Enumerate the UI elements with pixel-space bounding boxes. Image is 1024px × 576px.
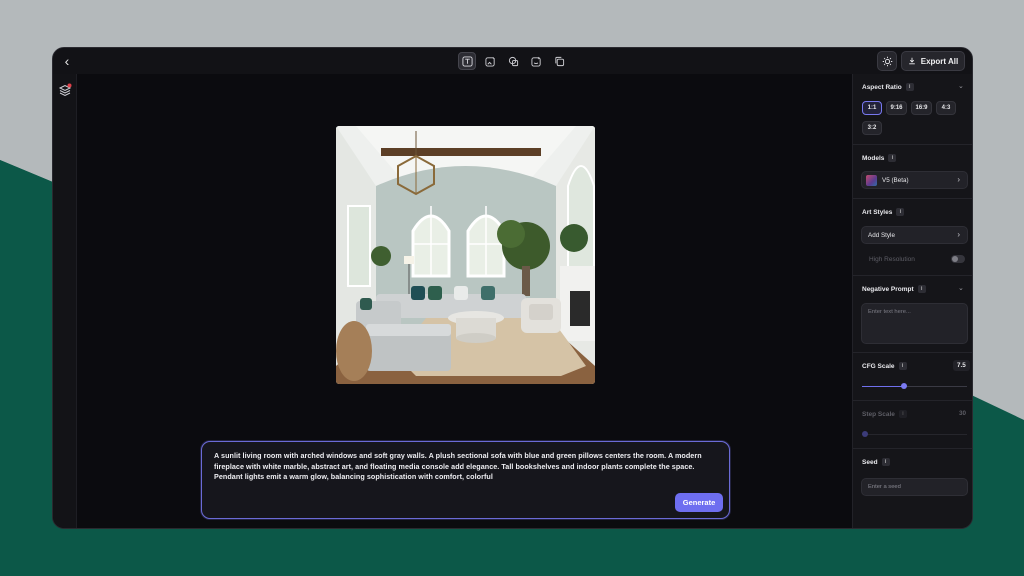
negative-prompt-section: Negative Prompt i bbox=[862, 285, 926, 293]
chevron-left-icon[interactable]: ‹ bbox=[59, 53, 75, 69]
model-select[interactable]: V5 (Beta) › bbox=[861, 171, 968, 189]
generated-image[interactable] bbox=[336, 126, 595, 384]
generate-button[interactable]: Generate bbox=[675, 493, 723, 512]
step-scale-slider[interactable] bbox=[862, 431, 967, 437]
info-icon[interactable]: i bbox=[898, 362, 907, 370]
divider bbox=[853, 198, 972, 199]
add-style-button[interactable]: Add Style › bbox=[861, 226, 968, 244]
shapes-icon[interactable] bbox=[504, 52, 522, 70]
export-all-button[interactable]: Export All bbox=[901, 51, 965, 71]
slider-thumb[interactable] bbox=[862, 431, 868, 437]
info-icon[interactable]: i bbox=[898, 410, 907, 418]
text-tool-icon[interactable] bbox=[458, 52, 476, 70]
export-all-label: Export All bbox=[920, 56, 959, 66]
ratio-4-3[interactable]: 4:3 bbox=[936, 101, 956, 115]
negative-prompt-input[interactable]: Enter text here... bbox=[861, 303, 968, 344]
ratio-9-16[interactable]: 9:16 bbox=[886, 101, 907, 115]
chevron-right-icon: › bbox=[957, 230, 960, 239]
download-icon bbox=[908, 57, 915, 65]
cfg-scale-title: CFG Scale bbox=[862, 362, 895, 370]
chevron-down-icon[interactable]: ⌄ bbox=[958, 284, 964, 292]
app-window: ‹ Export All A sunlit living room with a… bbox=[52, 47, 973, 529]
seed-section: Seed i bbox=[862, 458, 890, 466]
models-section: Models i bbox=[862, 154, 897, 162]
info-icon[interactable]: i bbox=[896, 208, 905, 216]
seed-input[interactable]: Enter a seed bbox=[861, 478, 968, 496]
image-edit-icon[interactable] bbox=[481, 52, 499, 70]
prompt-text[interactable]: A sunlit living room with arched windows… bbox=[214, 451, 720, 483]
seed-title: Seed bbox=[862, 458, 878, 466]
ratio-1-1[interactable]: 1:1 bbox=[862, 101, 882, 115]
tool-group bbox=[458, 52, 568, 70]
copy-icon[interactable] bbox=[550, 52, 568, 70]
cfg-scale-value: 7.5 bbox=[953, 360, 970, 371]
chevron-down-icon[interactable]: ⌄ bbox=[958, 82, 964, 90]
info-icon[interactable]: i bbox=[905, 83, 914, 91]
step-scale-value: 30 bbox=[959, 410, 967, 417]
sticker-icon[interactable] bbox=[527, 52, 545, 70]
aspect-ratio-section: Aspect Ratio i bbox=[862, 83, 914, 91]
settings-sidebar: Aspect Ratio i ⌄ 1:1 9:16 16:9 4:3 3:2 M… bbox=[852, 74, 972, 528]
art-styles-section: Art Styles i bbox=[862, 208, 905, 216]
cfg-scale-section: CFG Scale i bbox=[862, 362, 907, 370]
prompt-box[interactable]: A sunlit living room with arched windows… bbox=[201, 441, 730, 519]
aspect-ratio-title: Aspect Ratio bbox=[862, 83, 902, 91]
model-name: V5 (Beta) bbox=[882, 176, 909, 184]
top-toolbar: ‹ Export All bbox=[53, 48, 972, 74]
info-icon[interactable]: i bbox=[917, 285, 926, 293]
brightness-icon[interactable] bbox=[877, 51, 897, 71]
layers-icon[interactable] bbox=[58, 83, 72, 97]
left-rail bbox=[53, 74, 77, 528]
model-thumbnail bbox=[866, 174, 877, 186]
step-scale-section: Step Scale i bbox=[862, 410, 907, 418]
canvas-area: A sunlit living room with arched windows… bbox=[77, 74, 852, 528]
negative-prompt-title: Negative Prompt bbox=[862, 285, 914, 293]
slider-fill bbox=[862, 386, 904, 387]
divider bbox=[853, 352, 972, 353]
ratio-3-2[interactable]: 3:2 bbox=[862, 121, 882, 135]
high-resolution-label: High Resolution bbox=[869, 256, 915, 263]
info-icon[interactable]: i bbox=[881, 458, 890, 466]
cfg-scale-slider[interactable] bbox=[862, 383, 967, 389]
divider bbox=[853, 144, 972, 145]
ratio-16-9[interactable]: 16:9 bbox=[911, 101, 932, 115]
divider bbox=[853, 448, 972, 449]
info-icon[interactable]: i bbox=[888, 154, 897, 162]
high-resolution-toggle[interactable] bbox=[951, 255, 965, 263]
chevron-right-icon: › bbox=[957, 175, 960, 184]
step-scale-title: Step Scale bbox=[862, 410, 895, 418]
divider bbox=[853, 400, 972, 401]
art-styles-title: Art Styles bbox=[862, 208, 893, 216]
divider bbox=[853, 275, 972, 276]
models-title: Models bbox=[862, 154, 885, 162]
slider-thumb[interactable] bbox=[901, 383, 907, 389]
add-style-label: Add Style bbox=[868, 231, 895, 239]
